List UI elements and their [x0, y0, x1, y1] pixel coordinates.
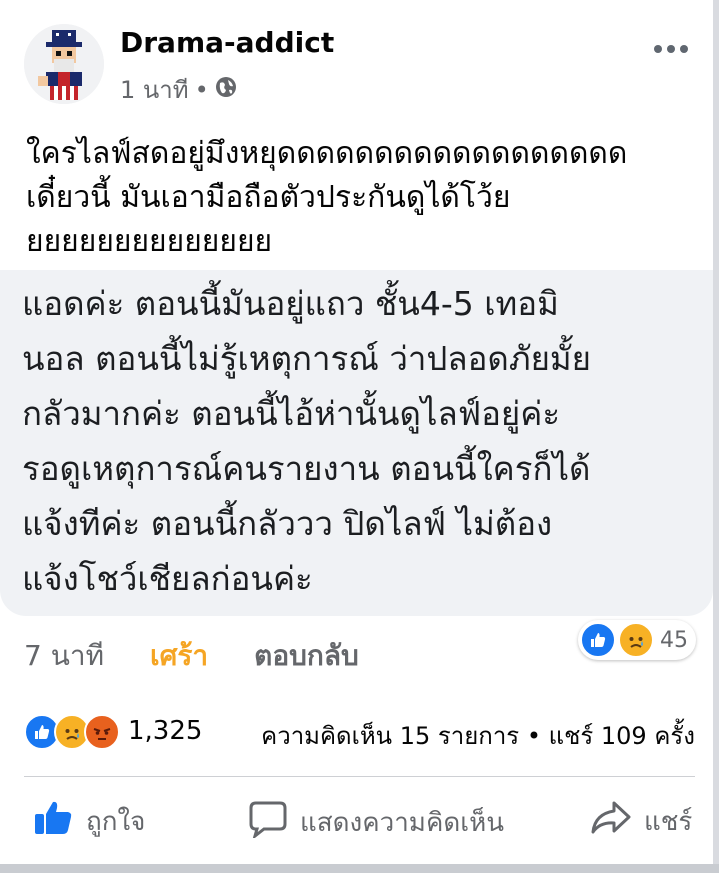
like-label: ถูกใจ: [86, 807, 146, 837]
comment-time[interactable]: 7 นาที: [24, 634, 104, 678]
thumbs-up-icon: [34, 800, 74, 843]
more-options-icon[interactable]: [653, 28, 689, 63]
share-label: แชร์: [644, 807, 693, 837]
comments-shares-count[interactable]: ความคิดเห็น 15 รายการ • แชร์ 109 ครั้ง: [261, 716, 695, 755]
post-time[interactable]: 1 นาที: [120, 70, 189, 109]
comment-actions: 7 นาที เศร้า ตอบกลับ: [24, 634, 359, 678]
comment-reply-button[interactable]: ตอบกลับ: [254, 634, 359, 678]
bottom-bar: [0, 864, 719, 873]
speech-bubble-icon: [248, 800, 288, 845]
scrollbar-edge: [713, 0, 719, 873]
globe-icon: [215, 76, 237, 104]
share-arrow-icon: [590, 800, 632, 843]
comment-reactions[interactable]: 45: [578, 620, 696, 660]
like-reaction-icon: [580, 622, 616, 658]
comment-reaction-count: 45: [660, 627, 688, 653]
post-text: ใครไลฟ์สดอยู่มึงหยุดดดดดดดดดดดดดดดดดด เด…: [26, 136, 628, 259]
angry-reaction-icon: [84, 714, 120, 750]
comment-button[interactable]: แสดงความคิดเห็น: [248, 800, 504, 845]
like-button[interactable]: ถูกใจ: [34, 800, 145, 843]
comment-text: แอดค่ะ ตอนนี้มันอยู่แถว ชั้น4-5 เทอมิ นอ…: [22, 284, 591, 598]
share-button[interactable]: แชร์: [590, 800, 692, 843]
post-reactions[interactable]: [24, 714, 120, 750]
sad-reaction-icon: [618, 622, 654, 658]
avatar[interactable]: [24, 24, 104, 104]
post-author[interactable]: Drama-addict: [120, 26, 334, 59]
comment-reaction-button[interactable]: เศร้า: [150, 634, 208, 678]
post-meta: 1 นาที •: [120, 70, 237, 109]
post-reaction-count[interactable]: 1,325: [128, 716, 202, 746]
comment-label: แสดงความคิดเห็น: [300, 808, 505, 838]
divider: [24, 776, 695, 777]
meta-separator: •: [194, 75, 209, 104]
